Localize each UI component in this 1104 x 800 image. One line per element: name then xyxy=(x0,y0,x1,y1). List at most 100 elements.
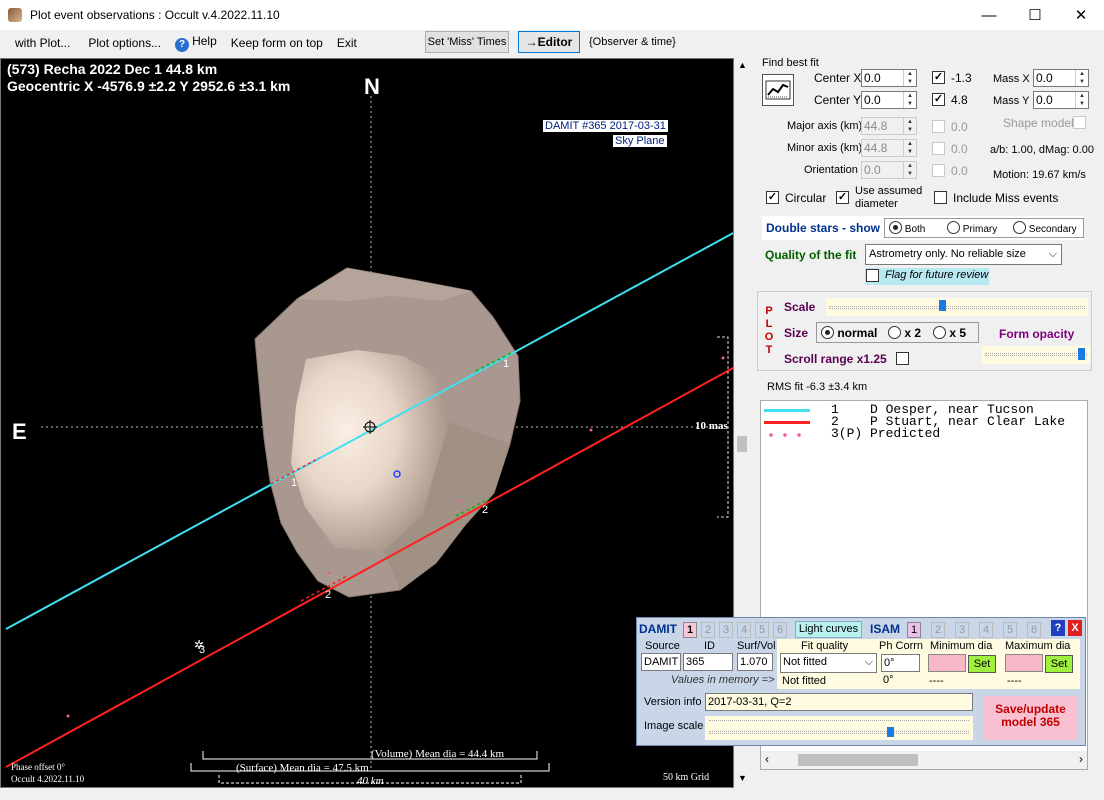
fit-quality-select[interactable]: Not fitted ⌵ xyxy=(780,653,877,673)
mass-x-value: 0.0 xyxy=(1036,71,1053,85)
mass-x-input[interactable]: 0.0 ▲ ▼ xyxy=(1033,69,1089,87)
menu-plot-options[interactable]: Plot options... xyxy=(81,36,168,50)
center-x-checkbox[interactable]: ✓ xyxy=(932,71,945,84)
center-y-input[interactable]: 0.0 ▲ ▼ xyxy=(861,91,917,109)
image-scale-slider[interactable] xyxy=(705,716,973,740)
plot-canvas[interactable]: ✲ (573) Recha 2022 Dec 1 44.8 km Geocent… xyxy=(0,58,734,788)
damit-model-1[interactable]: 1 xyxy=(683,622,697,638)
minor-spin-icon[interactable]: ▲ ▼ xyxy=(903,140,916,156)
isam-model-3[interactable]: 3 xyxy=(955,622,969,638)
scroll-left-icon[interactable]: ‹ xyxy=(765,752,769,766)
surfvol-field[interactable]: 1.070 xyxy=(737,653,773,671)
max-dia-set-button[interactable]: Set xyxy=(1045,655,1073,673)
legend-scroll-thumb[interactable] xyxy=(798,754,918,766)
menu-keep-on-top[interactable]: Keep form on top xyxy=(224,36,330,50)
isam-model-4[interactable]: 4 xyxy=(979,622,993,638)
size-x5-radio-icon xyxy=(933,326,946,339)
min-dia-field[interactable] xyxy=(928,654,966,672)
max-dia-memory: ---- xyxy=(1007,675,1022,687)
maximize-button[interactable]: ☐ xyxy=(1012,0,1058,30)
orientation-check-value: 0.0 xyxy=(951,164,968,178)
mass-y-spin-icon[interactable]: ▲ ▼ xyxy=(1075,92,1088,108)
minor-axis-input[interactable]: 44.8 ▲ ▼ xyxy=(861,139,917,157)
ph-corr-field[interactable]: 0° xyxy=(881,654,920,672)
min-dia-memory: ---- xyxy=(929,675,944,687)
image-scale-thumb[interactable] xyxy=(886,727,894,737)
scale-slider[interactable] xyxy=(826,298,1088,316)
scroll-right-icon[interactable]: › xyxy=(1079,752,1083,766)
legend-vscrollbar[interactable] xyxy=(1089,400,1101,770)
set-miss-times-button[interactable]: Set 'Miss' Times xyxy=(425,31,509,53)
menu-help[interactable]: ? Help xyxy=(168,34,224,52)
find-best-fit-button[interactable] xyxy=(762,74,794,106)
orientation-spin-icon[interactable]: ▲ ▼ xyxy=(903,162,916,178)
menu-with-plot[interactable]: with Plot... xyxy=(8,36,77,50)
size-x5-radio[interactable]: x 5 xyxy=(933,326,966,340)
damit-model-5[interactable]: 5 xyxy=(755,622,769,638)
isam-model-2[interactable]: 2 xyxy=(931,622,945,638)
flag-review-checkbox[interactable] xyxy=(866,269,879,282)
light-curves-button[interactable]: Light curves xyxy=(795,621,862,638)
scroll-range-label: Scroll range x1.25 xyxy=(784,352,887,366)
center-y-checkbox[interactable]: ✓ xyxy=(932,93,945,106)
both-radio[interactable]: Both xyxy=(889,221,925,235)
isam-model-6[interactable]: 6 xyxy=(1027,622,1041,638)
orientation-checkbox[interactable] xyxy=(932,164,945,177)
close-button[interactable]: ✕ xyxy=(1058,0,1104,30)
damit-model-3[interactable]: 3 xyxy=(719,622,733,638)
save-model-button[interactable]: Save/update model 365 xyxy=(983,696,1078,740)
max-dia-field[interactable] xyxy=(1005,654,1043,672)
editor-button[interactable]: →Editor xyxy=(518,31,580,53)
isam-model-1[interactable]: 1 xyxy=(907,622,921,638)
primary-radio[interactable]: Primary xyxy=(947,221,997,235)
version-info-field[interactable]: 2017-03-31, Q=2 xyxy=(705,693,973,711)
damit-model-4[interactable]: 4 xyxy=(737,622,751,638)
size-normal-radio[interactable]: normal xyxy=(821,326,877,340)
fit-quality-memory: Not fitted xyxy=(782,675,827,687)
damit-help-button[interactable]: ? xyxy=(1051,620,1065,636)
use-assumed-checkbox[interactable]: ✓ xyxy=(836,191,849,204)
menu-exit[interactable]: Exit xyxy=(330,36,364,50)
best-fit-icon xyxy=(765,80,791,100)
scroll-up-icon[interactable]: ▲ xyxy=(738,60,747,70)
size-x2-label: x 2 xyxy=(904,326,922,340)
opacity-thumb[interactable] xyxy=(1078,348,1086,360)
shape-model-checkbox[interactable] xyxy=(1073,116,1086,129)
scroll-thumb[interactable] xyxy=(737,436,747,452)
center-x-spin-icon[interactable]: ▲ ▼ xyxy=(903,70,916,86)
scroll-range-checkbox[interactable] xyxy=(896,352,909,365)
damit-model-2[interactable]: 2 xyxy=(701,622,715,638)
source-field[interactable]: DAMIT xyxy=(641,653,681,671)
major-checkbox[interactable] xyxy=(932,120,945,133)
damit-close-button[interactable]: X xyxy=(1068,620,1082,636)
major-spin-icon[interactable]: ▲ ▼ xyxy=(903,118,916,134)
quality-select[interactable]: Astrometry only. No reliable size ⌵ xyxy=(865,244,1062,265)
major-axis-input[interactable]: 44.8 ▲ ▼ xyxy=(861,117,917,135)
size-x2-radio[interactable]: x 2 xyxy=(888,326,921,340)
mass-y-input[interactable]: 0.0 ▲ ▼ xyxy=(1033,91,1089,109)
source-header: Source xyxy=(645,640,680,652)
center-x-input[interactable]: 0.0 ▲ ▼ xyxy=(861,69,917,87)
circular-checkbox[interactable]: ✓ xyxy=(766,191,779,204)
minimize-button[interactable]: — xyxy=(966,0,1012,30)
opacity-slider[interactable] xyxy=(982,346,1090,364)
observer-time-link[interactable]: {Observer & time} xyxy=(582,36,683,48)
min-dia-header: Minimum dia xyxy=(930,640,993,652)
min-dia-set-button[interactable]: Set xyxy=(968,655,996,673)
id-field[interactable]: 365 xyxy=(683,653,733,671)
scale-thumb[interactable] xyxy=(939,300,946,311)
center-x-value: 0.0 xyxy=(864,71,881,85)
flag-review-group[interactable]: Flag for future review xyxy=(865,268,989,285)
legend-hscrollbar[interactable]: ‹ › xyxy=(761,751,1087,769)
orientation-input[interactable]: 0.0 ▲ ▼ xyxy=(861,161,917,179)
secondary-radio[interactable]: Secondary xyxy=(1013,221,1077,235)
include-miss-checkbox[interactable] xyxy=(934,191,947,204)
center-y-spin-icon[interactable]: ▲ ▼ xyxy=(903,92,916,108)
chevron-down-icon: ⌵ xyxy=(1048,248,1057,260)
damit-model-6[interactable]: 6 xyxy=(773,622,787,638)
fit-quality-header: Fit quality xyxy=(801,640,849,652)
scroll-down-icon[interactable]: ▼ xyxy=(738,773,747,783)
minor-checkbox[interactable] xyxy=(932,142,945,155)
mass-x-spin-icon[interactable]: ▲ ▼ xyxy=(1075,70,1088,86)
isam-model-5[interactable]: 5 xyxy=(1003,622,1017,638)
